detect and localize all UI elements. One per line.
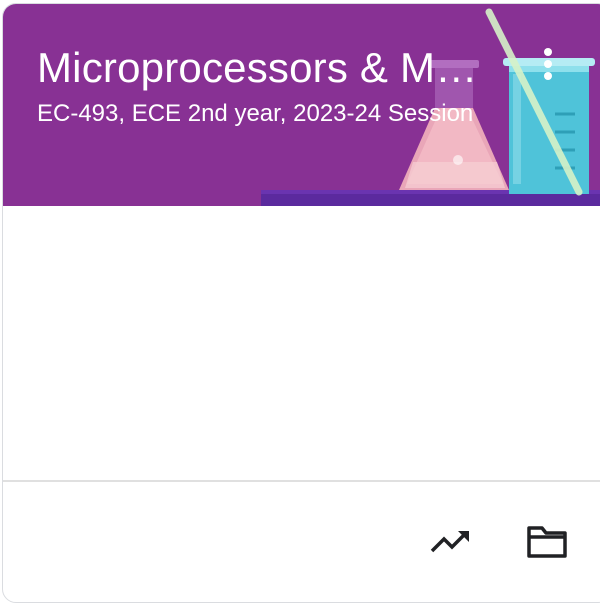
more-options-button[interactable]: [529, 42, 567, 86]
card-header[interactable]: Microprocessors & M… EC-493, ECE 2nd yea…: [3, 4, 600, 206]
card-body: [3, 206, 600, 480]
more-vert-icon: [544, 48, 552, 80]
class-card[interactable]: Microprocessors & M… EC-493, ECE 2nd yea…: [2, 3, 600, 603]
trending-button[interactable]: [423, 514, 479, 570]
folder-button[interactable]: [519, 514, 575, 570]
trending-up-icon: [430, 531, 469, 553]
course-title[interactable]: Microprocessors & M…: [37, 42, 487, 94]
course-subtitle[interactable]: EC-493, ECE 2nd year, 2023-24 Session: [37, 98, 507, 130]
card-footer: [3, 482, 600, 602]
folder-icon: [527, 526, 567, 558]
